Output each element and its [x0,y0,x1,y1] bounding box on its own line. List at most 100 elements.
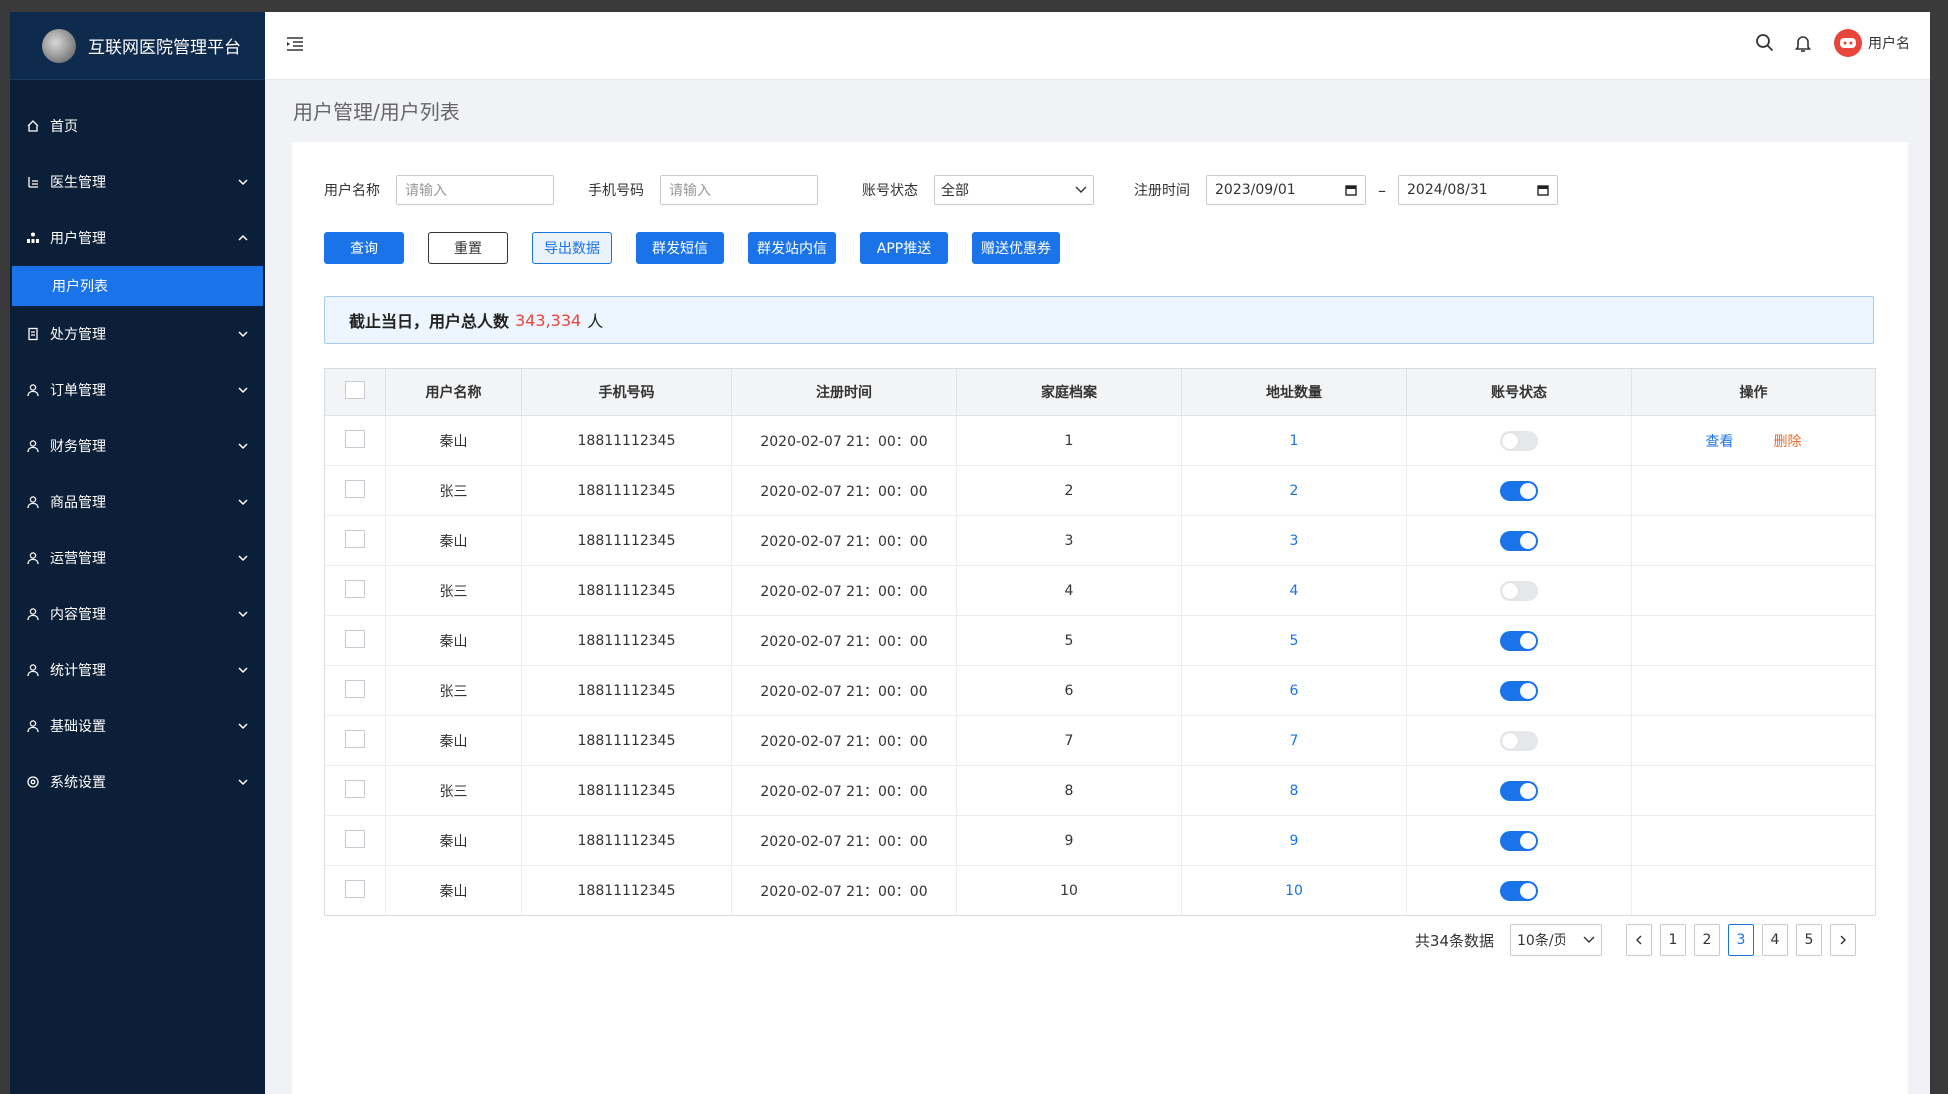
calendar-icon[interactable] [1345,184,1357,196]
cell-address[interactable]: 4 [1181,565,1407,616]
cell-address-text[interactable]: 3 [1290,533,1299,549]
status-toggle[interactable] [1500,430,1538,451]
cell-family: 6 [956,665,1182,716]
cell-address-text[interactable]: 1 [1290,433,1299,449]
cell-address[interactable]: 2 [1181,465,1407,516]
cell-address-text[interactable]: 5 [1290,633,1299,649]
page-size-select[interactable]: 10条/页 [1510,924,1602,956]
sidebar-item-3[interactable]: 处方管理 [10,306,265,362]
select-all-checkbox[interactable] [345,381,365,399]
row-checkbox[interactable] [345,779,365,798]
cell-address[interactable]: 3 [1181,515,1407,566]
chevron-down-icon [237,664,249,676]
cell-address[interactable]: 9 [1181,815,1407,866]
cell-address[interactable]: 1 [1181,415,1407,466]
date-end-input[interactable]: 2024/08/31 [1398,175,1558,205]
cell-address[interactable]: 10 [1181,865,1407,915]
status-select-value: 全部 [941,183,969,199]
cell-username-text: 秦山 [439,433,468,450]
page-button-4[interactable]: 4 [1762,924,1788,956]
sidebar-item-5[interactable]: 财务管理 [10,418,265,474]
sidebar-item-6[interactable]: 商品管理 [10,474,265,530]
cell-phone-text: 18811112345 [577,432,676,449]
cell-address-text[interactable]: 10 [1285,883,1303,899]
cell-address[interactable]: 8 [1181,765,1407,816]
bell-icon[interactable] [1792,32,1814,54]
phone-input[interactable]: 请输入 [660,175,818,205]
status-select[interactable]: 全部 [934,175,1094,205]
cell-phone: 18811112345 [521,815,732,866]
username[interactable]: 用户名 [1868,33,1910,53]
status-toggle[interactable] [1500,580,1538,601]
date-separator: – [1378,180,1386,200]
query-button[interactable]: 查询 [324,232,404,264]
status-toggle[interactable] [1500,780,1538,801]
page-button-1[interactable]: 1 [1660,924,1686,956]
menu-toggle-icon[interactable] [285,34,305,54]
date-start-input[interactable]: 2023/09/01 [1206,175,1366,205]
row-checkbox[interactable] [345,429,365,448]
sidebar-item-11[interactable]: 系统设置 [10,754,265,810]
cell-username: 张三 [385,565,522,616]
page-button-5[interactable]: 5 [1796,924,1822,956]
status-toggle[interactable] [1500,480,1538,501]
cell-address[interactable]: 7 [1181,715,1407,766]
cell-address-text[interactable]: 8 [1290,783,1299,799]
row-checkbox[interactable] [345,829,365,848]
sidebar-item-10[interactable]: 基础设置 [10,698,265,754]
sidebar-subitem-user-list[interactable]: 用户列表 [12,266,263,306]
cell-address-text[interactable]: 9 [1290,833,1299,849]
username-input[interactable]: 请输入 [396,175,554,205]
cell-family: 5 [956,615,1182,666]
cell-address[interactable]: 5 [1181,615,1407,666]
page-button-2[interactable]: 2 [1694,924,1720,956]
export-button[interactable]: 导出数据 [532,232,612,264]
status-toggle[interactable] [1500,830,1538,851]
cell-phone-text: 18811112345 [577,682,676,699]
next-page-button[interactable] [1830,924,1856,956]
table-row: 张三 18811112345 2020-02-07 21：00：00 6 6 [325,665,1875,716]
send-sms-button[interactable]: 群发短信 [636,232,724,264]
sidebar-item-7[interactable]: 运营管理 [10,530,265,586]
cell-address[interactable]: 6 [1181,665,1407,716]
sidebar-item-9[interactable]: 统计管理 [10,642,265,698]
row-checkbox[interactable] [345,629,365,648]
cell-regtime: 2020-02-07 21：00：00 [731,865,957,915]
status-toggle[interactable] [1500,730,1538,751]
sidebar-item-8[interactable]: 内容管理 [10,586,265,642]
reset-button[interactable]: 重置 [428,232,508,264]
status-toggle[interactable] [1500,680,1538,701]
cell-address-text[interactable]: 6 [1290,683,1299,699]
prev-page-button[interactable] [1626,924,1652,956]
status-toggle[interactable] [1500,630,1538,651]
row-checkbox[interactable] [345,679,365,698]
cell-phone-text: 18811112345 [577,532,676,549]
cell-address-text[interactable]: 2 [1290,483,1299,499]
delete-link[interactable]: 删除 [1774,434,1802,450]
sidebar-item-4[interactable]: 订单管理 [10,362,265,418]
status-toggle[interactable] [1500,530,1538,551]
sidebar-item-2[interactable]: 用户管理 [10,210,265,266]
table-row: 张三 18811112345 2020-02-07 21：00：00 2 2 [325,465,1875,516]
app-push-button[interactable]: APP推送 [860,232,948,264]
page-button-3[interactable]: 3 [1728,924,1754,956]
send-inbox-button[interactable]: 群发站内信 [748,232,836,264]
row-checkbox[interactable] [345,479,365,498]
cell-username-text: 张三 [439,583,468,600]
row-checkbox[interactable] [345,579,365,598]
row-checkbox[interactable] [345,729,365,748]
cell-address-text[interactable]: 7 [1290,733,1299,749]
sidebar-item-label: 医生管理 [50,175,106,191]
status-toggle[interactable] [1500,880,1538,901]
send-coupon-button[interactable]: 赠送优惠券 [972,232,1060,264]
cell-address-text[interactable]: 4 [1290,583,1299,599]
row-checkbox[interactable] [345,529,365,548]
sidebar-item-1[interactable]: 医生管理 [10,154,265,210]
calendar-icon[interactable] [1537,184,1549,196]
search-icon[interactable] [1754,32,1776,54]
view-link[interactable]: 查看 [1706,434,1734,450]
avatar[interactable] [1834,29,1862,57]
table-header-row: 用户名称 手机号码 注册时间 家庭档案 地址数量 账号状态 操作 [325,369,1875,416]
row-checkbox[interactable] [345,879,365,898]
sidebar-item-0[interactable]: 首页 [10,98,265,154]
